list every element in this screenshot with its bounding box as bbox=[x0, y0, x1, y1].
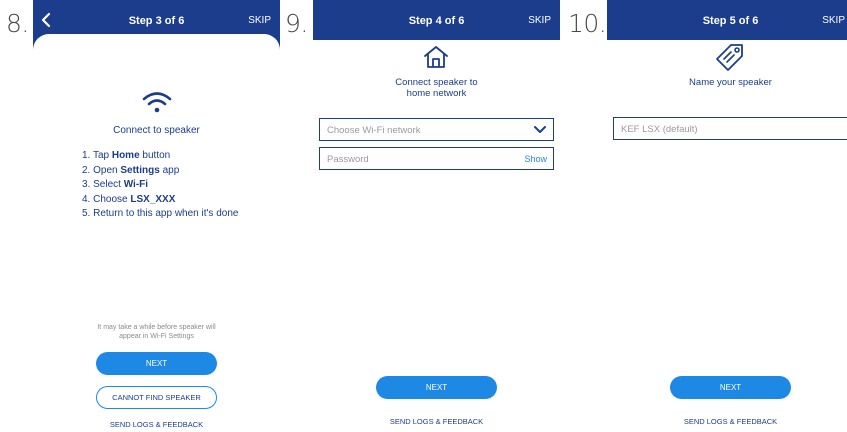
instruction-list: 1. Tap Home button 2. Open Settings app … bbox=[82, 149, 238, 222]
top-bar: Step 5 of 6 SKIP bbox=[607, 0, 847, 40]
speaker-name-input[interactable]: KEF LSX (default) bbox=[613, 117, 847, 140]
password-field[interactable]: Password Show bbox=[319, 147, 554, 170]
top-bar: Step 4 of 6 SKIP bbox=[313, 0, 560, 40]
content-area: Connect speaker to home network Choose W… bbox=[313, 40, 560, 432]
phone-screen-step4: Step 4 of 6 SKIP Connect speaker to home… bbox=[313, 0, 560, 432]
next-button[interactable]: NEXT bbox=[670, 376, 791, 399]
skip-button[interactable]: SKIP bbox=[248, 15, 271, 26]
chevron-down-icon bbox=[534, 126, 546, 133]
screen-label-8: 8. bbox=[6, 9, 29, 38]
phone-screen-step3: Step 3 of 6 SKIP Connect to speaker 1. T… bbox=[33, 0, 280, 432]
wifi-icon bbox=[142, 92, 172, 113]
content-area: Name your speaker KEF LSX (default) NEXT… bbox=[607, 40, 847, 432]
home-icon bbox=[424, 46, 448, 68]
instruction-step: 2. Open Settings app bbox=[82, 164, 180, 176]
heading: Connect to speaker bbox=[113, 125, 200, 136]
phone-screen-step5: Step 5 of 6 SKIP Name your speaker KEF L… bbox=[607, 0, 847, 432]
instruction-step: 5. Return to this app when it's done bbox=[82, 208, 239, 219]
screen-label-9: 9. bbox=[285, 9, 308, 38]
step-title: Step 3 of 6 bbox=[128, 15, 185, 27]
instruction-step: 1. Tap Home button bbox=[82, 150, 171, 161]
step-title: Step 4 of 6 bbox=[408, 15, 465, 27]
tag-icon bbox=[716, 44, 743, 71]
send-logs-link[interactable]: SEND LOGS & FEEDBACK bbox=[313, 417, 560, 426]
step-title: Step 5 of 6 bbox=[702, 15, 759, 27]
next-button[interactable]: NEXT bbox=[96, 352, 217, 375]
heading: Name your speaker bbox=[689, 77, 772, 88]
content-area: Connect to speaker 1. Tap Home button 2.… bbox=[33, 34, 280, 432]
skip-button[interactable]: SKIP bbox=[822, 15, 845, 26]
skip-button[interactable]: SKIP bbox=[528, 15, 551, 26]
info-note: It may take a while before speaker will … bbox=[97, 324, 216, 340]
instruction-step: 3. Select Wi-Fi bbox=[82, 179, 149, 190]
show-password-toggle[interactable]: Show bbox=[524, 154, 547, 164]
cannot-find-speaker-button[interactable]: CANNOT FIND SPEAKER bbox=[96, 386, 217, 409]
screen-label-10: 10. bbox=[568, 9, 607, 38]
send-logs-link[interactable]: SEND LOGS & FEEDBACK bbox=[607, 417, 847, 426]
next-button[interactable]: NEXT bbox=[376, 376, 497, 399]
heading: Connect speaker to home network bbox=[395, 77, 478, 99]
send-logs-link[interactable]: SEND LOGS & FEEDBACK bbox=[33, 420, 280, 429]
wifi-network-select[interactable]: Choose Wi-Fi network bbox=[319, 118, 554, 141]
instruction-step: 4. Choose LSX_XXX bbox=[82, 193, 176, 205]
